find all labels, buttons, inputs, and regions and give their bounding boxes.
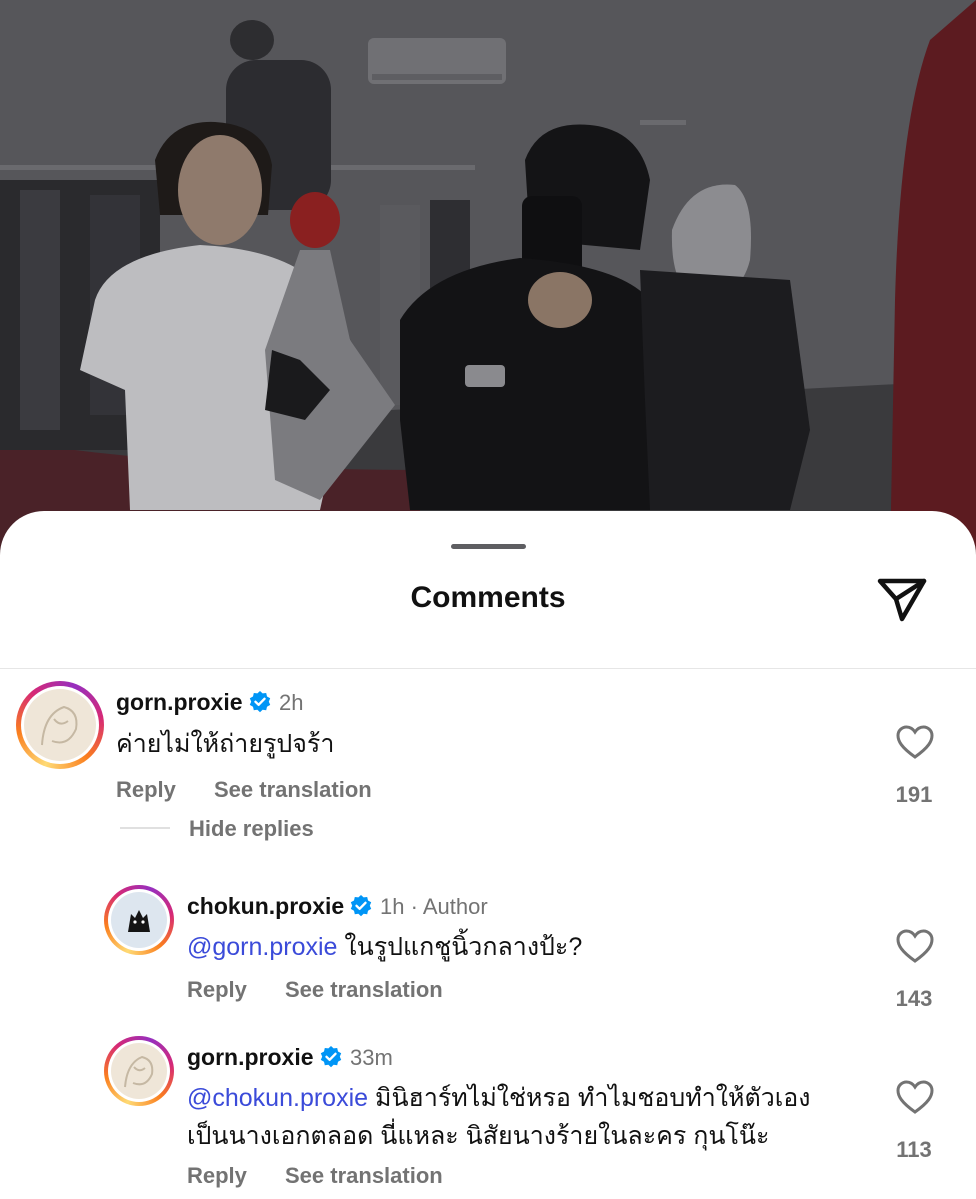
- see-translation-button[interactable]: See translation: [285, 977, 443, 1003]
- comment-text: ค่ายไม่ให้ถ่ายรูปจร้า: [116, 730, 335, 758]
- heart-icon[interactable]: [895, 1079, 935, 1115]
- comment-body: มินิฮาร์ทไม่ใช่หรอ ทำไมชอบทำให้ตัวเอง: [374, 1084, 811, 1112]
- mention-link[interactable]: @chokun.proxie: [187, 1084, 368, 1112]
- meta-separator: ·: [410, 894, 418, 919]
- avatar-image: [128, 910, 150, 932]
- comment-text-line-1: @chokun.proxie มินิฮาร์ทไม่ใช่หรอ ทำไมชอ…: [187, 1080, 811, 1117]
- verified-badge-icon: [350, 895, 372, 917]
- sheet-drag-handle[interactable]: [451, 544, 526, 549]
- replies-line: [120, 827, 170, 829]
- comment-timestamp: 33m: [350, 1045, 393, 1070]
- paper-plane-icon[interactable]: [874, 571, 930, 627]
- like-count: 113: [896, 1137, 932, 1162]
- avatar[interactable]: [16, 681, 104, 769]
- avatar-image: [124, 1055, 154, 1088]
- comment-username[interactable]: gorn.proxie: [116, 689, 243, 716]
- comment-body: ในรูปแกชูนิ้วกลางป้ะ?: [344, 933, 583, 961]
- post-photo: [0, 0, 976, 560]
- verified-badge-icon: [249, 691, 271, 713]
- avatar[interactable]: [104, 885, 174, 955]
- comment-username[interactable]: chokun.proxie: [187, 893, 344, 920]
- mention-link[interactable]: @gorn.proxie: [187, 933, 337, 961]
- reply-button[interactable]: Reply: [187, 977, 247, 1003]
- post-photo-background: [0, 0, 976, 560]
- avatar-image: [41, 705, 78, 746]
- hide-replies-button[interactable]: Hide replies: [189, 816, 314, 842]
- see-translation-button[interactable]: See translation: [285, 1163, 443, 1189]
- verified-badge-icon: [320, 1046, 342, 1068]
- header-divider: [0, 668, 976, 669]
- sheet-title: Comments: [410, 581, 566, 614]
- like-count: 143: [895, 986, 933, 1011]
- heart-icon[interactable]: [895, 724, 935, 760]
- comment-text: @gorn.proxie ในรูปแกชูนิ้วกลางป้ะ?: [187, 929, 582, 966]
- avatar[interactable]: [104, 1036, 174, 1106]
- comment-username[interactable]: gorn.proxie: [187, 1044, 314, 1071]
- see-translation-button[interactable]: See translation: [214, 777, 372, 803]
- heart-icon[interactable]: [895, 928, 935, 964]
- comments-sheet: Comments gorn.proxie 2h ค่ายไม่ให้ถ่ายรู…: [0, 511, 976, 1199]
- comment-text-line-2: เป็นนางเอกตลอด นี่แหละ นิสัยนางร้ายในละค…: [187, 1122, 770, 1150]
- reply-button[interactable]: Reply: [116, 777, 176, 803]
- reply-button[interactable]: Reply: [187, 1163, 247, 1189]
- comment-timestamp: 1h · Author: [380, 894, 488, 920]
- author-badge: Author: [422, 894, 488, 919]
- like-count: 191: [895, 782, 933, 807]
- timestamp-value: 1h: [380, 894, 405, 919]
- comment-timestamp: 2h: [279, 690, 304, 715]
